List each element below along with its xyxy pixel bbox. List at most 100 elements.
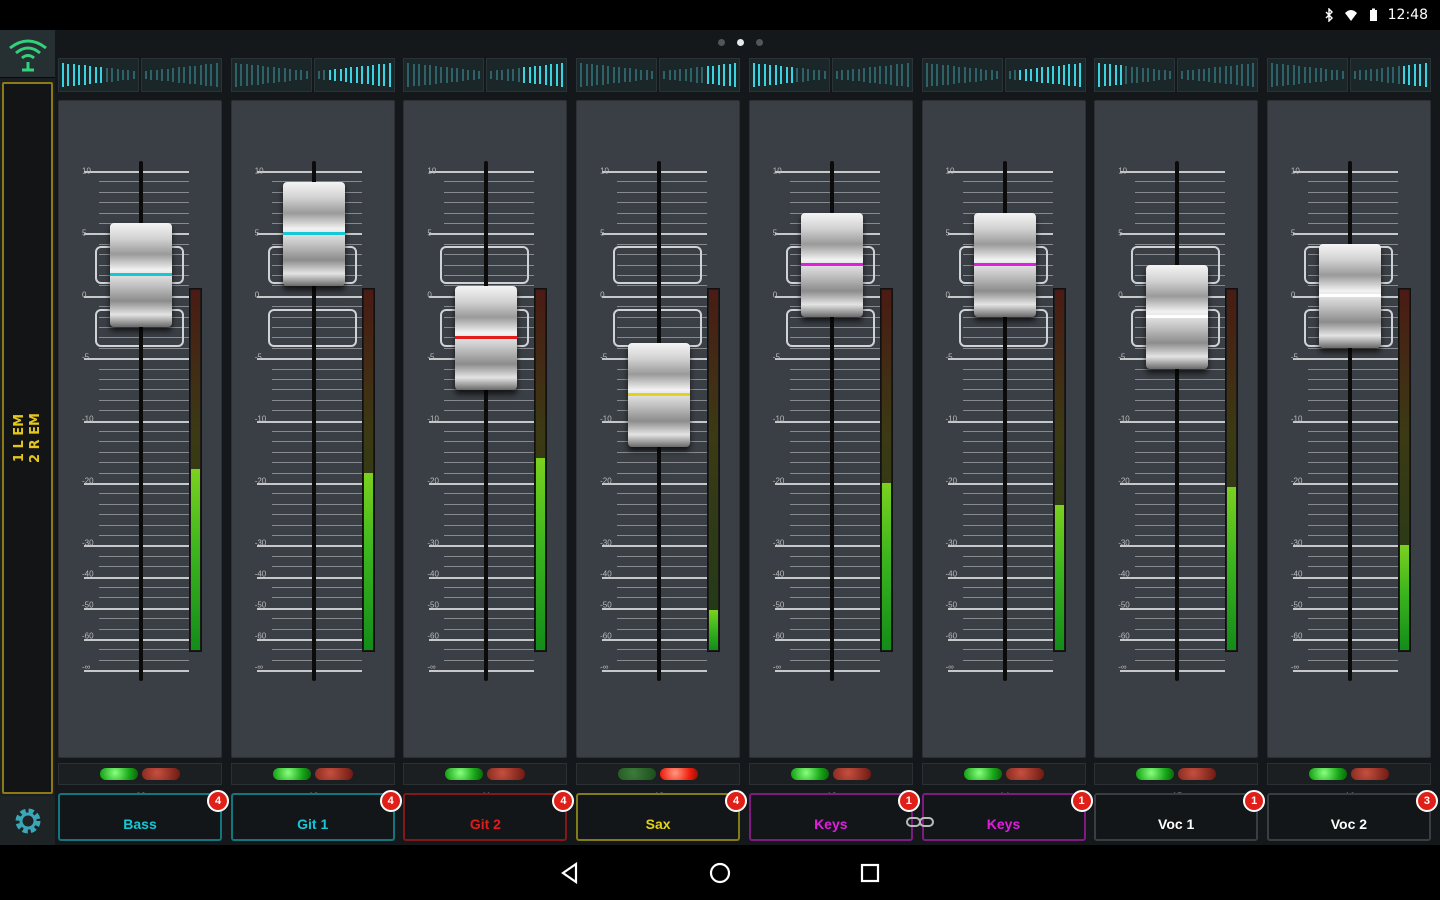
fader-panel[interactable]: 1050-5-10-20-30-40-50-60-∞09 — [58, 100, 222, 801]
scale-minor-line — [1135, 628, 1226, 630]
fader-track[interactable] — [1175, 161, 1180, 681]
pan-meter[interactable] — [58, 58, 222, 92]
channel-name-button[interactable]: Sax — [576, 793, 741, 841]
mix-selector[interactable]: 1 L EM 2 R EM — [2, 82, 53, 794]
pan-tick — [388, 63, 391, 87]
on-led-button[interactable] — [100, 768, 138, 780]
pan-meter[interactable] — [1266, 58, 1431, 92]
fader-track[interactable] — [1347, 161, 1352, 681]
scale-minor-line — [1307, 524, 1398, 526]
pan-tick — [612, 66, 615, 84]
fader-knob[interactable] — [110, 223, 172, 328]
on-led-button[interactable] — [272, 768, 311, 780]
pan-tick — [1169, 70, 1172, 80]
settings-button[interactable] — [0, 796, 55, 846]
group-badge: 4 — [207, 790, 229, 812]
pan-meter[interactable] — [403, 58, 568, 92]
channel-name-button[interactable]: Voc 1 — [1094, 793, 1259, 841]
page-dot-active[interactable] — [737, 39, 744, 46]
scale-minor-line — [617, 223, 708, 224]
mute-led-button[interactable] — [832, 768, 871, 780]
scale-label: -10 — [254, 414, 267, 424]
fader-panel[interactable]: 1050-5-10-20-30-40-50-60-∞16 — [1266, 100, 1431, 801]
fader-panel[interactable]: 1050-5-10-20-30-40-50-60-∞12 — [576, 100, 741, 801]
fader-panel[interactable]: 1050-5-10-20-30-40-50-60-∞14 — [921, 100, 1086, 801]
pan-tick — [199, 65, 202, 85]
channel-name-button[interactable]: Keys — [748, 793, 913, 841]
scale-minor-line — [617, 462, 708, 464]
scale-minor-line — [789, 535, 880, 536]
pan-tick — [528, 66, 531, 84]
pan-meter[interactable] — [230, 58, 395, 92]
scale-label: -5 — [600, 352, 608, 362]
scale-minor-line — [962, 555, 1053, 557]
on-led-button[interactable] — [618, 768, 657, 780]
scale-minor-line — [99, 628, 189, 630]
pan-ticks — [1008, 63, 1082, 87]
scale-label: -50 — [945, 600, 958, 610]
mute-led-button[interactable] — [1350, 768, 1389, 780]
channel-name-button[interactable]: Git 2 — [403, 793, 568, 841]
scale-minor-line — [271, 472, 362, 474]
mute-led-button[interactable] — [1178, 768, 1217, 780]
on-led-button[interactable] — [1136, 768, 1175, 780]
pan-meter[interactable] — [576, 58, 741, 92]
on-led-button[interactable] — [790, 768, 829, 780]
scale-minor-line — [1307, 503, 1398, 505]
pan-tick — [774, 65, 777, 85]
scale-label: -5 — [945, 352, 953, 362]
network-button[interactable] — [0, 30, 55, 78]
fader-panel[interactable]: 1050-5-10-20-30-40-50-60-∞11 — [403, 100, 568, 801]
home-button[interactable] — [705, 858, 735, 888]
pan-tick — [717, 65, 720, 85]
mute-led-button[interactable] — [660, 768, 699, 780]
scale-minor-line — [962, 524, 1053, 526]
fader-panel[interactable]: 1050-5-10-20-30-40-50-60-∞10 — [230, 100, 395, 801]
fader-color-line — [973, 263, 1036, 266]
back-button[interactable] — [555, 858, 585, 888]
page-dot[interactable] — [756, 39, 763, 46]
scale-label: -30 — [82, 538, 94, 548]
pan-meter[interactable] — [921, 58, 1086, 92]
fader-knob[interactable] — [800, 213, 863, 317]
page-dot[interactable] — [718, 39, 725, 46]
pan-meter[interactable] — [1094, 58, 1259, 92]
mute-led-button[interactable] — [142, 768, 180, 780]
fader-knob[interactable] — [973, 213, 1036, 317]
channel-name-button[interactable]: Voc 2 — [1266, 793, 1431, 841]
on-led-button[interactable] — [1308, 768, 1347, 780]
mute-led-button[interactable] — [314, 768, 353, 780]
on-led-button[interactable] — [963, 768, 1002, 780]
level-meter — [534, 288, 548, 652]
channel-name-button[interactable]: Keys — [921, 793, 1086, 841]
recents-button[interactable] — [855, 858, 885, 888]
fader-knob[interactable] — [1146, 265, 1209, 369]
fader-panel[interactable]: 1050-5-10-20-30-40-50-60-∞13 — [748, 100, 913, 801]
mute-led-button[interactable] — [1005, 768, 1044, 780]
scale-minor-line — [962, 587, 1053, 588]
fader-knob[interactable] — [282, 181, 345, 286]
fader-panel[interactable]: 1050-5-10-20-30-40-50-60-∞15 — [1094, 100, 1259, 801]
pan-tick — [1298, 66, 1301, 84]
fader-knob[interactable] — [455, 285, 518, 390]
pan-tick — [478, 70, 481, 80]
fader-knob[interactable] — [628, 343, 691, 447]
pan-tick — [1041, 67, 1044, 83]
pan-meter[interactable] — [748, 58, 913, 92]
pan-tick — [1120, 65, 1122, 85]
on-led-button[interactable] — [445, 768, 484, 780]
scale-minor-line — [789, 191, 880, 193]
scale-major-line — [256, 295, 362, 298]
channel-name-button[interactable]: Git 1 — [230, 793, 395, 841]
scale-minor-line — [99, 555, 189, 557]
pan-tick — [780, 66, 783, 84]
fader-track[interactable] — [484, 161, 489, 681]
pan-tick — [1019, 69, 1022, 81]
scale-minor-line — [1135, 202, 1226, 204]
pan-tick — [161, 69, 164, 81]
fader-knob[interactable] — [1318, 244, 1381, 349]
mute-led-button[interactable] — [487, 768, 526, 780]
scale-major-line — [256, 576, 362, 579]
scale-label: -60 — [427, 631, 439, 641]
channel-name-button[interactable]: Bass — [58, 793, 222, 841]
